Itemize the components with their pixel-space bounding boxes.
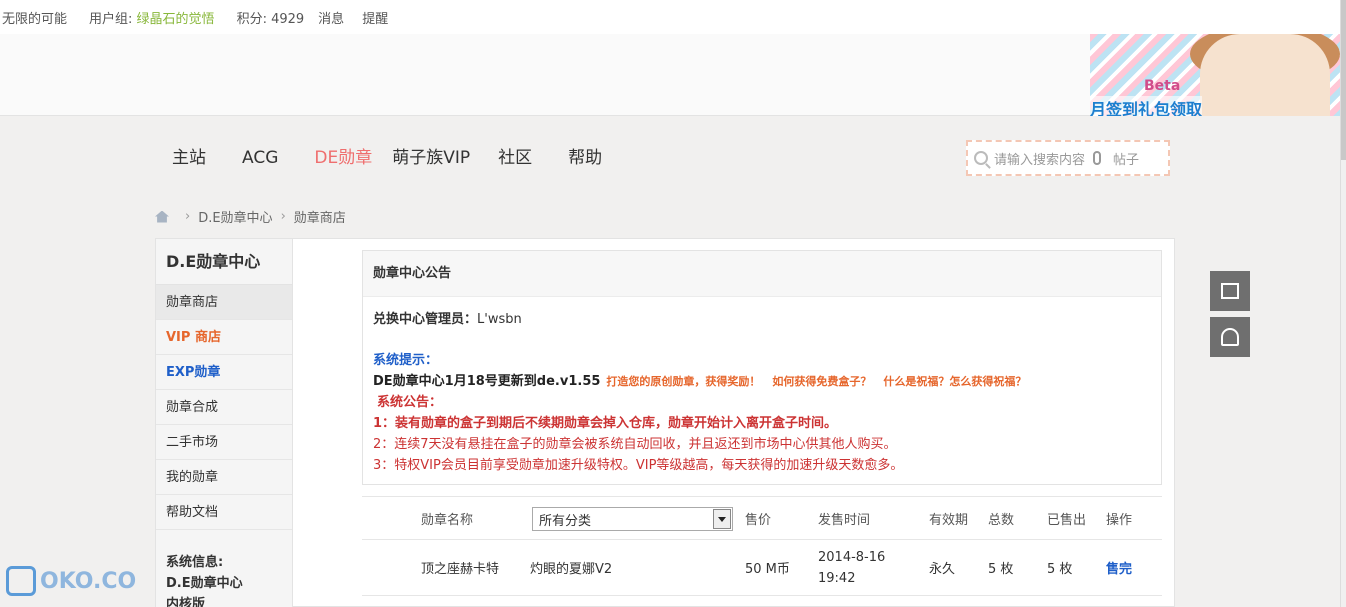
user-float-button[interactable] xyxy=(1210,317,1250,357)
dropdown-arrow-icon[interactable] xyxy=(713,509,731,529)
content-panel: D.E勋章中心 勋章商店 VIP 商店 EXP勋章 勋章合成 二手市场 我的勋章… xyxy=(155,238,1175,607)
system-tip-label: 系统提示： xyxy=(373,353,439,368)
nav-item-de-medal[interactable]: DE勋章 xyxy=(314,146,372,170)
breadcrumb-separator: › xyxy=(280,209,286,224)
watermark-text: OKO.CO xyxy=(40,568,137,594)
site-link[interactable]: 无限的可能 xyxy=(2,8,67,27)
category-select[interactable]: 所有分类 xyxy=(532,507,733,531)
search-scope[interactable]: 帖子 xyxy=(1113,149,1139,168)
nav-item-acg[interactable]: ACG xyxy=(242,146,278,170)
system-info: 系统信息: D.E勋章中心 内核版 xyxy=(156,530,292,607)
sold-out-button[interactable]: 售完 xyxy=(1106,558,1132,577)
edit-icon xyxy=(1221,283,1239,299)
sidebar-item-medal-synthesis[interactable]: 勋章合成 xyxy=(156,390,292,425)
medal-date-time: 19:42 xyxy=(818,570,856,586)
header-total: 总数 xyxy=(988,512,1015,528)
messages-link[interactable]: 消息 xyxy=(318,8,344,27)
points[interactable]: 积分: 4929 xyxy=(237,8,305,27)
reminders-link[interactable]: 提醒 xyxy=(362,8,388,27)
admin-line: 兑换中心管理员：L'wsbn xyxy=(373,309,1151,330)
signin-banner[interactable]: Beta 月签到礼包领取 xyxy=(1090,34,1340,116)
watermark-logo-icon xyxy=(6,566,36,596)
rule-1: 1：装有勋章的盒子到期后不续期勋章会掉入仓库，勋章开始计入离开盒子时间。 xyxy=(373,416,838,431)
sidebar-item-my-medals[interactable]: 我的勋章 xyxy=(156,460,292,495)
microphone-icon[interactable] xyxy=(1093,151,1102,165)
home-icon[interactable] xyxy=(155,210,169,223)
main-nav: 主站 ACG DE勋章 萌子族VIP 社区 帮助 xyxy=(172,146,638,170)
nav-item-vip[interactable]: 萌子族VIP xyxy=(392,146,470,170)
sidebar-title: D.E勋章中心 xyxy=(156,239,292,285)
medal-validity: 永久 xyxy=(929,562,956,577)
user-icon xyxy=(1221,328,1239,346)
original-medal-link[interactable]: 打造您的原创勋章，获得奖励！ xyxy=(606,375,760,388)
beta-label: Beta xyxy=(1144,78,1181,94)
signin-gift-label: 月签到礼包领取 xyxy=(1090,96,1203,116)
rule-2: 2：连续7天没有悬挂在盒子的勋章会被系统自动回收，并且返还到市场中心供其他人购买… xyxy=(373,437,897,452)
sidebar-item-second-hand[interactable]: 二手市场 xyxy=(156,425,292,460)
table-header: 勋章名称 所有分类 售价 发售时间 有效期 总数 已售出 操作 xyxy=(362,496,1162,540)
header-price: 售价 xyxy=(745,512,772,528)
user-group: 用户组: 绿晶石的觉悟 xyxy=(89,8,215,27)
header-sold: 已售出 xyxy=(1047,512,1087,528)
medal-date-day: 2014-8-16 xyxy=(818,549,886,565)
user-group-label: 用户组: xyxy=(89,11,133,27)
nav-item-main[interactable]: 主站 xyxy=(172,146,206,170)
site-banner: Beta 月签到礼包领取 xyxy=(0,34,1340,116)
page-scrollbar[interactable] xyxy=(1340,0,1346,607)
breadcrumb-medal-shop: 勋章商店 xyxy=(293,211,346,226)
admin-label: 兑换中心管理员： xyxy=(373,312,478,327)
medal-date: 2014-8-16 19:42 xyxy=(818,547,885,589)
breadcrumb: › D.E勋章中心 › 勋章商店 xyxy=(155,207,346,226)
sidebar-item-help-docs[interactable]: 帮助文档 xyxy=(156,495,292,530)
header-action: 操作 xyxy=(1106,512,1133,528)
header-name: 勋章名称 xyxy=(421,512,474,528)
medal-total: 5 枚 xyxy=(988,562,1014,577)
category-select-value[interactable]: 所有分类 xyxy=(539,510,591,529)
medal-sold: 5 枚 xyxy=(1047,562,1073,577)
sidebar-item-exp-medal[interactable]: EXP勋章 xyxy=(156,355,292,390)
rule-3: 3：特权VIP会员目前享受勋章加速升级特权。VIP等级越高，每天获得的加速升级天… xyxy=(373,458,904,473)
announcement-title: 勋章中心公告 xyxy=(363,251,1161,297)
search-icon[interactable] xyxy=(974,151,988,165)
user-group-name[interactable]: 绿晶石的觉悟 xyxy=(137,12,215,27)
free-box-link[interactable]: 如何获得免费盒子？ xyxy=(772,375,871,388)
medal-table: 勋章名称 所有分类 售价 发售时间 有效期 总数 已售出 操作 顶之座赫卡特 灼… xyxy=(362,496,1162,596)
medal-series: 灼眼的夏娜V2 xyxy=(530,562,613,577)
header-validity: 有效期 xyxy=(929,512,969,528)
sidebar: D.E勋章中心 勋章商店 VIP 商店 EXP勋章 勋章合成 二手市场 我的勋章… xyxy=(156,239,293,607)
search-input[interactable]: 请输入搜索内容 xyxy=(994,149,1085,168)
medal-name[interactable]: 顶之座赫卡特 xyxy=(421,558,499,577)
system-announcement-label: 系统公告： xyxy=(377,395,443,410)
scrollbar-thumb[interactable] xyxy=(1341,0,1346,160)
blessing-link[interactable]: 什么是祝福？怎么获得祝福？ xyxy=(883,375,1026,388)
announcement-body: 兑换中心管理员：L'wsbn 系统提示： DE勋章中心1月18号更新到de.v1… xyxy=(363,297,1161,488)
watermark: OKO.CO xyxy=(6,566,136,596)
system-info-line1: D.E勋章中心 xyxy=(166,576,243,591)
update-line: DE勋章中心1月18号更新到de.v1.55 打造您的原创勋章，获得奖励！ 如何获得… xyxy=(373,371,1151,392)
medal-price: 50 M币 xyxy=(745,562,790,577)
nav-item-community[interactable]: 社区 xyxy=(498,146,532,170)
edit-float-button[interactable] xyxy=(1210,271,1250,311)
table-row: 顶之座赫卡特 灼眼的夏娜V2 50 M币 2014-8-16 19:42 永久 5… xyxy=(362,540,1162,596)
sidebar-item-vip-shop[interactable]: VIP 商店 xyxy=(156,320,292,355)
anime-girl-image xyxy=(1200,34,1330,116)
breadcrumb-medal-center[interactable]: D.E勋章中心 xyxy=(198,207,272,226)
search-box[interactable]: 请输入搜索内容 帖子 xyxy=(966,140,1170,176)
system-info-label: 系统信息: xyxy=(166,555,224,570)
breadcrumb-separator: › xyxy=(185,209,191,224)
nav-item-help[interactable]: 帮助 xyxy=(568,146,602,170)
admin-name: L'wsbn xyxy=(477,312,522,327)
announcement-box: 勋章中心公告 兑换中心管理员：L'wsbn 系统提示： DE勋章中心1月18号更… xyxy=(362,250,1162,485)
system-info-line2: 内核版 xyxy=(166,597,206,607)
sidebar-item-medal-shop[interactable]: 勋章商店 xyxy=(156,285,292,320)
user-bar: 无限的可能 用户组: 绿晶石的觉悟 积分: 4929 消息 提醒 xyxy=(0,0,1340,34)
notice-links: 打造您的原创勋章，获得奖励！ 如何获得免费盒子？ 什么是祝福？怎么获得祝福？ xyxy=(606,375,1038,388)
header-date: 发售时间 xyxy=(818,512,871,528)
update-text: DE勋章中心1月18号更新到de.v1.55 xyxy=(373,374,601,389)
